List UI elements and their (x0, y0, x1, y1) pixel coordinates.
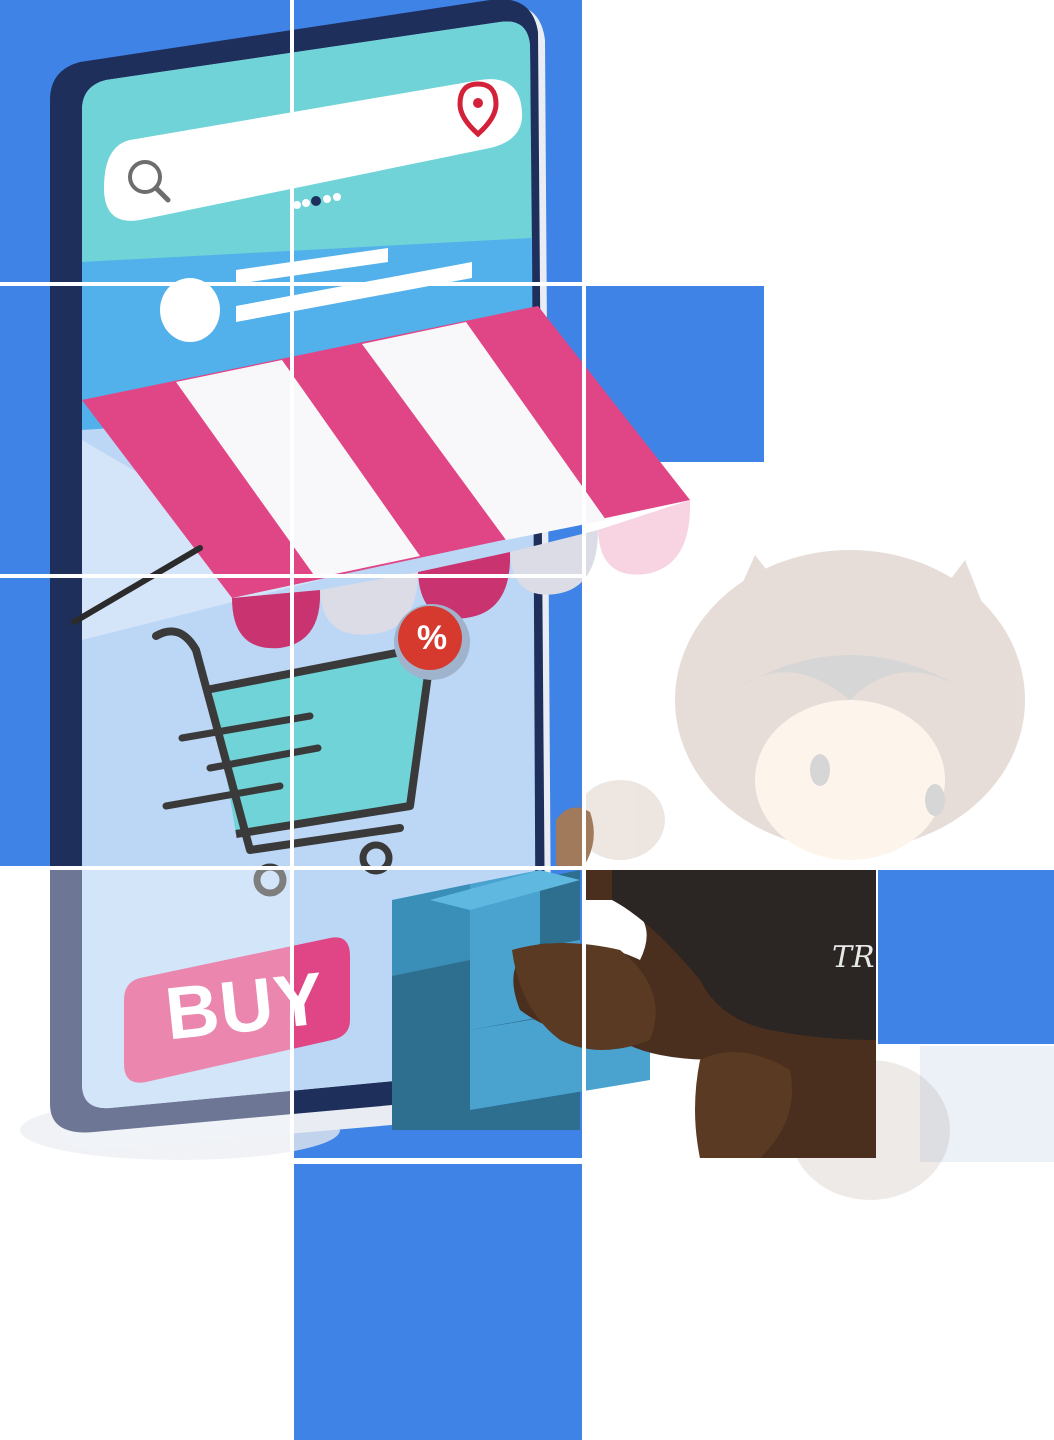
grid-gap-horizontal-4 (294, 1160, 586, 1164)
grid-gap-horizontal-2 (0, 574, 586, 578)
hoodie-label: TR (832, 940, 875, 975)
illustration-canvas (0, 0, 1054, 1440)
grid-gap-horizontal-1 (0, 282, 586, 286)
blue-tile-lower-column (294, 1164, 582, 1440)
grid-gap-vertical-1 (290, 0, 294, 1164)
faded-tile-lower-left (0, 870, 290, 1160)
grid-gap-vertical-2 (582, 0, 586, 1440)
discount-label: % (416, 619, 448, 657)
puzzle-illustration: BUY % TR (0, 0, 1054, 1440)
blue-tile-right-lower (878, 870, 1054, 1044)
